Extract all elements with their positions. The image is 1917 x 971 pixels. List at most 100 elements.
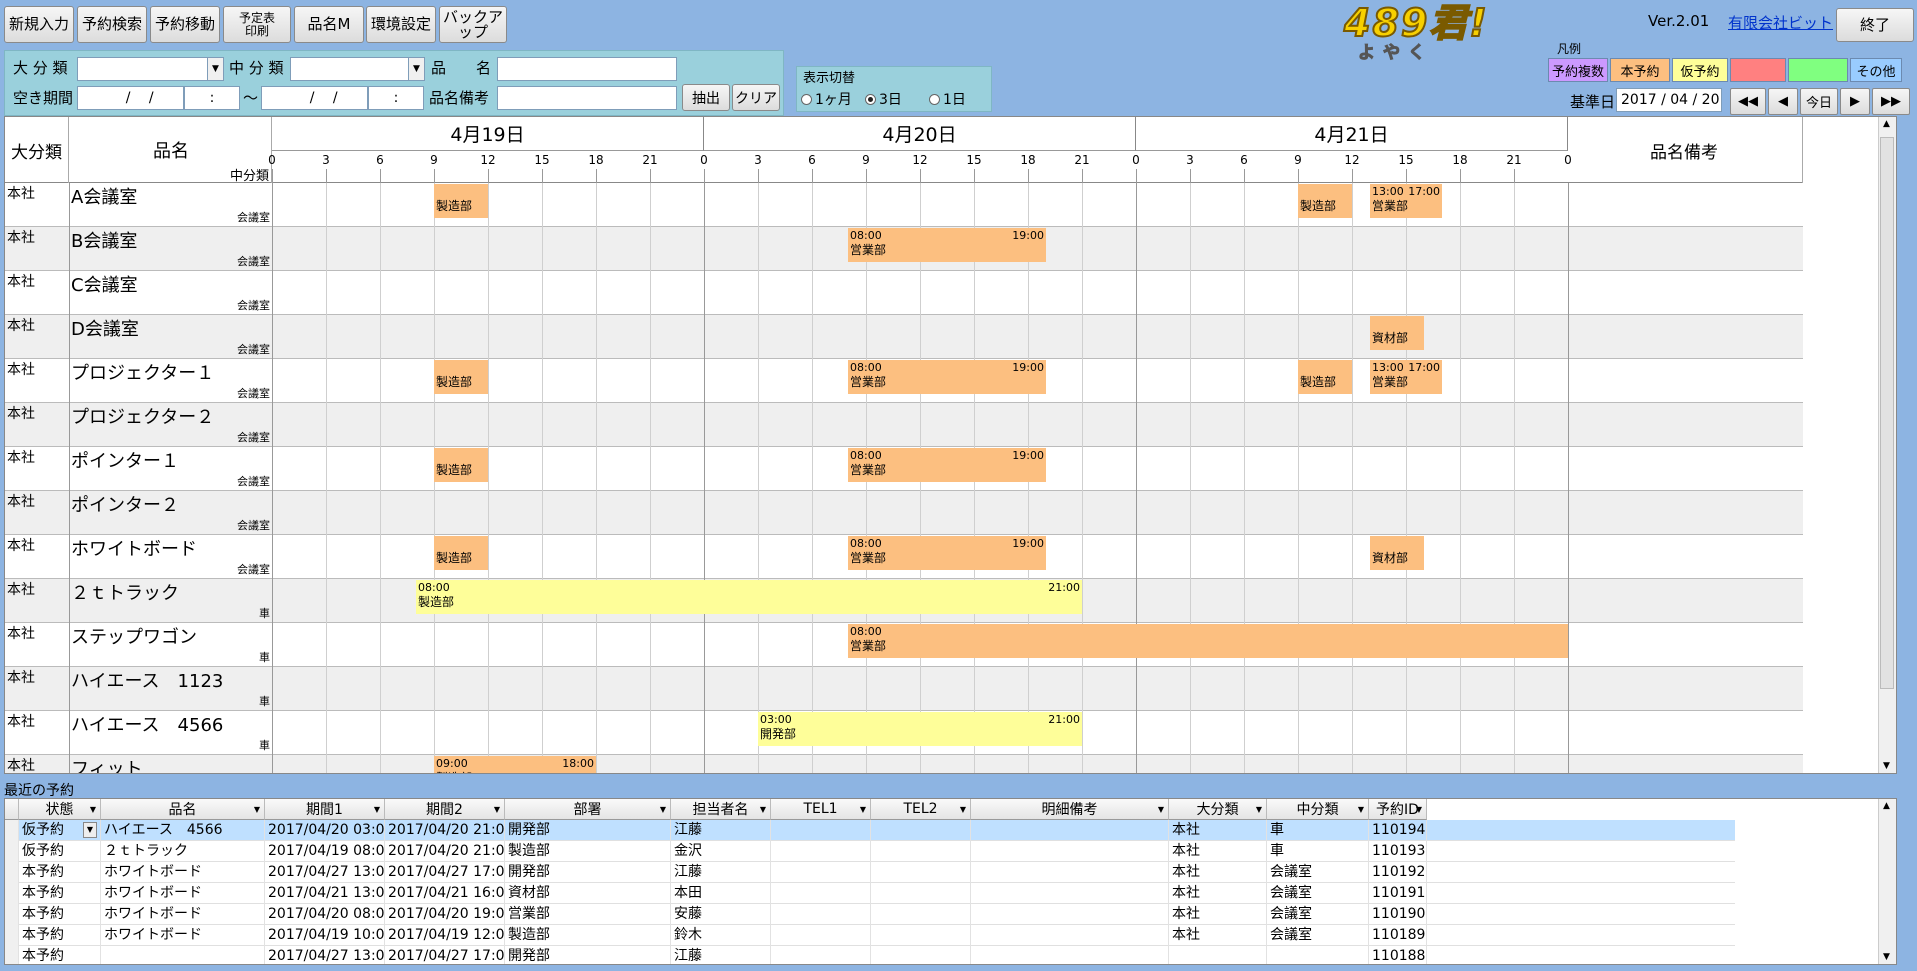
reservation-block[interactable]: 08:00 19:00 営業部 [848, 536, 1046, 570]
schedule-row[interactable]: 本社 C会議室 会議室 [5, 271, 1803, 315]
row-selector[interactable] [5, 841, 19, 862]
schedule-row[interactable]: 本社 ステップワゴン車 08:00 営業部 [5, 623, 1803, 667]
new-entry-button[interactable]: 新規入力 [4, 6, 74, 43]
item-master-button[interactable]: 品名M [294, 6, 364, 43]
last-page-button[interactable]: ▶▶ [1872, 88, 1910, 115]
scroll-down-icon[interactable]: ▼ [1883, 761, 1890, 771]
base-date-input[interactable]: 2017 / 04 / 20 [1616, 88, 1722, 112]
schedule-scrollbar[interactable]: ▲ ▼ [1878, 117, 1896, 773]
table-cell[interactable]: ハイエース 4566 [101, 820, 265, 841]
column-header[interactable]: 期間1 ▼ [265, 799, 385, 820]
schedule-row[interactable]: 本社 D会議室 会議室 資材部 [5, 315, 1803, 359]
backup-button[interactable]: バックアップ [439, 6, 507, 43]
today-button[interactable]: 今日 [1800, 88, 1838, 115]
chevron-down-icon[interactable]: ▼ [90, 805, 96, 814]
reservation-block[interactable]: 08:00 営業部 [848, 624, 1568, 658]
chevron-down-icon[interactable]: ▼ [254, 805, 260, 814]
table-cell[interactable]: ホワイトボード [101, 925, 265, 946]
chevron-down-icon[interactable]: ▼ [760, 805, 766, 814]
period-to-time-input[interactable]: : [368, 86, 424, 110]
table-cell[interactable]: ２ｔトラック [101, 841, 265, 862]
row-selector[interactable] [5, 883, 19, 904]
table-row[interactable]: 本予約 ホワイトボード 2017/04/20 08:00 2017/04/20 19:… [5, 904, 1735, 925]
chevron-down-icon[interactable]: ▼ [374, 805, 380, 814]
column-header[interactable]: 担当者名 ▼ [671, 799, 771, 820]
chevron-down-icon[interactable]: ▼ [1256, 805, 1262, 814]
table-row[interactable]: 仮予約 ▼ ハイエース 4566 2017/04/20 03:00 2017/04/20… [5, 820, 1735, 841]
column-header[interactable]: 部署 ▼ [505, 799, 671, 820]
table-cell[interactable]: 仮予約 ▼ [19, 820, 101, 841]
column-header[interactable]: 明細備考 ▼ [971, 799, 1169, 820]
company-link[interactable]: 有限会社ビット [1728, 12, 1833, 33]
chevron-down-icon[interactable]: ▼ [960, 805, 966, 814]
reservation-block[interactable]: 13:00 17:00 営業部 [1370, 184, 1442, 218]
column-header[interactable]: TEL1 ▼ [771, 799, 871, 820]
chevron-down-icon[interactable]: ▼ [494, 805, 500, 814]
schedule-row[interactable]: 本社 ハイエース 1123 車 [5, 667, 1803, 711]
reservation-block[interactable]: 08:00 21:00 製造部 [416, 580, 1082, 614]
schedule-row[interactable]: 本社 プロジェクター１ 会議室 製造部 08:00 19:00 営業部 製造部 13:00 17:… [5, 359, 1803, 403]
row-selector[interactable] [5, 925, 19, 946]
recent-scrollbar[interactable]: ▲ ▼ [1878, 799, 1896, 964]
table-cell[interactable]: 本予約 [19, 883, 101, 904]
reservation-block[interactable]: 13:00 17:00 営業部 [1370, 360, 1442, 394]
period-from-time-input[interactable]: : [184, 86, 240, 110]
scroll-up-icon[interactable]: ▲ [1883, 119, 1890, 129]
schedule-row[interactable]: 本社 ホワイトボード 会議室 製造部 08:00 19:00 営業部 資材部 [5, 535, 1803, 579]
clear-button[interactable]: クリア [732, 84, 780, 111]
reservation-block[interactable]: 製造部 [434, 184, 488, 218]
reservation-block[interactable]: 製造部 [1298, 360, 1352, 394]
status-dropdown-icon[interactable]: ▼ [83, 822, 97, 838]
chevron-down-icon[interactable]: ▼ [1158, 805, 1164, 814]
scroll-thumb[interactable] [1880, 137, 1894, 689]
table-row[interactable]: 仮予約 ２ｔトラック 2017/04/19 08:00 2017/04/20 21:0… [5, 841, 1735, 862]
row-selector[interactable] [5, 904, 19, 925]
item-note-input[interactable] [497, 86, 677, 110]
column-header[interactable]: 中分類 ▼ [1267, 799, 1369, 820]
schedule-row[interactable]: 本社 ポインター２ 会議室 [5, 491, 1803, 535]
print-schedule-button[interactable]: 予定表 印刷 [223, 6, 291, 43]
schedule-row[interactable]: 本社 ハイエース 4566 車 03:00 21:00 開発部 [5, 711, 1803, 755]
reservation-block[interactable]: 03:00 21:00 開発部 [758, 712, 1082, 746]
table-cell[interactable]: 本予約 [19, 925, 101, 946]
period-from-date-input[interactable]: / / [77, 86, 184, 110]
schedule-row[interactable]: 本社 A会議室 会議室 製造部 製造部 13:00 17:00 営業部 [5, 183, 1803, 227]
chevron-down-icon[interactable]: ▼ [860, 805, 866, 814]
scroll-up-icon[interactable]: ▲ [1883, 801, 1890, 811]
table-cell[interactable]: 仮予約 [19, 841, 101, 862]
column-header[interactable]: TEL2 ▼ [871, 799, 971, 820]
view-1day-radio[interactable]: 1日 [929, 89, 966, 109]
first-page-button[interactable]: ◀◀ [1730, 88, 1766, 115]
reservation-block[interactable]: 09:00 18:00 製造部 [434, 756, 596, 773]
table-cell[interactable]: ホワイトボード [101, 862, 265, 883]
period-to-date-input[interactable]: / / [261, 86, 368, 110]
schedule-row[interactable]: 本社 プロジェクター２ 会議室 [5, 403, 1803, 447]
table-cell[interactable]: 本予約 [19, 904, 101, 925]
chevron-down-icon[interactable]: ▼ [660, 805, 666, 814]
row-selector[interactable] [5, 820, 19, 841]
reservation-block[interactable]: 08:00 19:00 営業部 [848, 448, 1046, 482]
column-header[interactable]: 品名 ▼ [101, 799, 265, 820]
chevron-down-icon[interactable]: ▼ [1416, 805, 1422, 814]
row-selector[interactable] [5, 946, 19, 964]
table-row[interactable]: 本予約 ホワイトボード 2017/04/21 13:00 2017/04/21 16:… [5, 883, 1735, 904]
schedule-row[interactable]: 本社フィット車09:0018:00製造部 [5, 755, 1803, 773]
extract-button[interactable]: 抽出 [682, 84, 730, 111]
prev-button[interactable]: ◀ [1768, 88, 1798, 115]
table-cell[interactable]: ホワイトボード [101, 883, 265, 904]
reservation-block[interactable]: 08:00 19:00 営業部 [848, 228, 1046, 262]
reservation-search-button[interactable]: 予約検索 [77, 6, 147, 43]
settings-button[interactable]: 環境設定 [366, 6, 436, 43]
mid-category-select[interactable]: ▼ [290, 57, 425, 81]
big-category-select[interactable]: ▼ [77, 57, 224, 81]
table-row[interactable]: 本予約 ホワイトボード 2017/04/27 13:00 2017/04/27 17:… [5, 862, 1735, 883]
column-header[interactable]: 状態 ▼ [19, 799, 101, 820]
table-row[interactable]: 本予約 2017/04/27 13:00 2017/04/27 17:00 開発部 江藤… [5, 946, 1735, 964]
table-cell[interactable]: 本予約 [19, 862, 101, 883]
schedule-row[interactable]: 本社 ２ｔトラック車 08:00 21:00 製造部 [5, 579, 1803, 623]
column-header[interactable]: 予約ID ▼ [1369, 799, 1427, 820]
reservation-block[interactable]: 08:00 19:00 営業部 [848, 360, 1046, 394]
scroll-down-icon[interactable]: ▼ [1883, 952, 1890, 962]
reservation-block[interactable]: 製造部 [434, 536, 488, 570]
next-button[interactable]: ▶ [1840, 88, 1870, 115]
